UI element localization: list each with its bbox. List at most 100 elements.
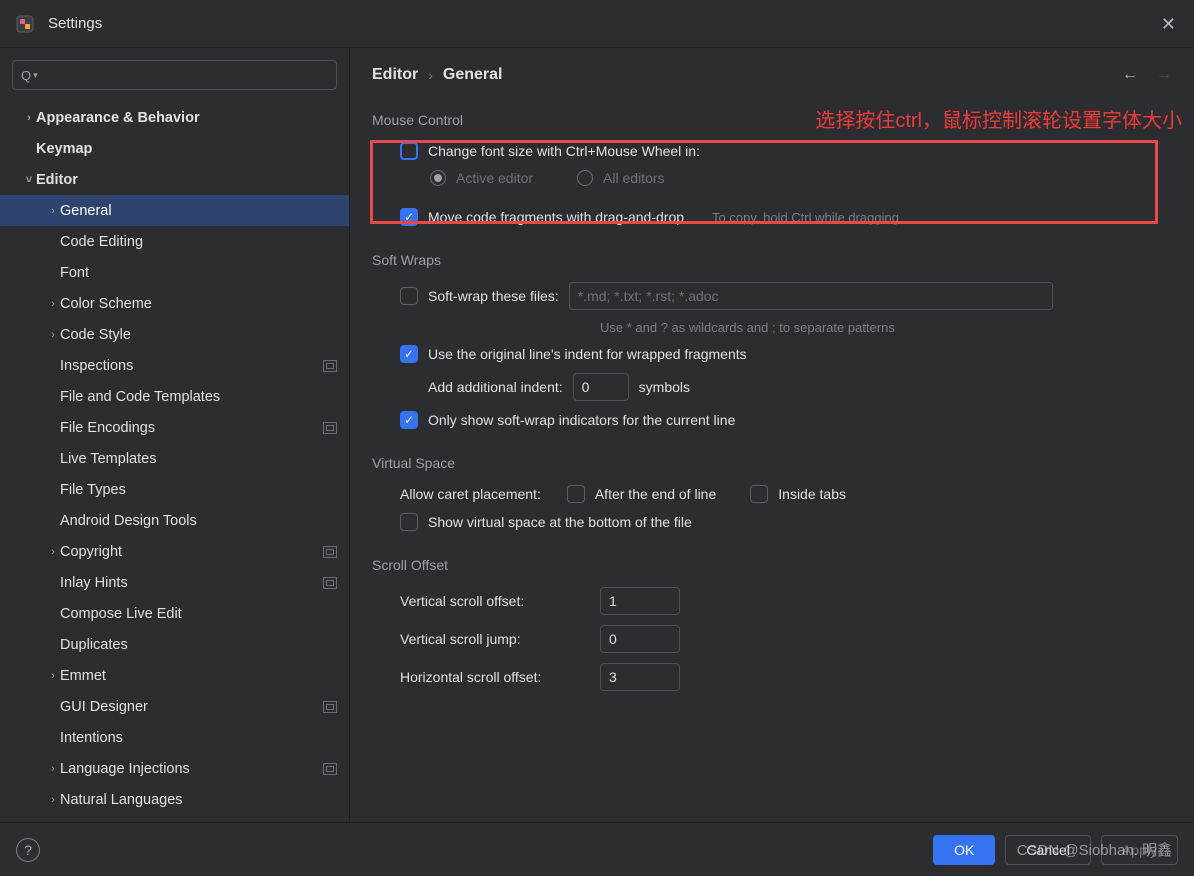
label-allow-caret: Allow caret placement:: [400, 486, 541, 502]
label-only-show-indicators: Only show soft-wrap indicators for the c…: [428, 412, 735, 428]
chevron-right-icon: ›: [46, 236, 60, 248]
titlebar: Settings ✕: [0, 0, 1194, 48]
tree-item-editor[interactable]: ˅Editor: [0, 164, 349, 195]
tree-item-general[interactable]: ›General: [0, 195, 349, 226]
tree-item-label: File Encodings: [60, 420, 323, 436]
chevron-right-icon: ›: [46, 298, 60, 310]
tree-item-code-editing[interactable]: ›Code Editing: [0, 226, 349, 257]
label-add-indent: Add additional indent:: [428, 379, 563, 395]
checkbox-soft-wrap-files[interactable]: [400, 287, 418, 305]
chevron-right-icon: ›: [46, 329, 60, 341]
tree-item-label: Inspections: [60, 358, 323, 374]
input-additional-indent[interactable]: [573, 373, 629, 401]
tree-item-gui-designer[interactable]: ›GUI Designer: [0, 691, 349, 722]
tree-item-emmet[interactable]: ›Emmet: [0, 660, 349, 691]
search-input[interactable]: Q▾: [12, 60, 337, 90]
tree-item-label: Intentions: [60, 730, 337, 746]
tree-item-file-and-code-templates[interactable]: ›File and Code Templates: [0, 381, 349, 412]
scope-badge-icon: [323, 422, 337, 434]
tree-item-android-design-tools[interactable]: ›Android Design Tools: [0, 505, 349, 536]
dialog-footer: ? OK Cancel Apply: [0, 822, 1194, 876]
input-vertical-scroll-offset[interactable]: [600, 587, 680, 615]
tree-item-inspections[interactable]: ›Inspections: [0, 350, 349, 381]
section-scroll-offset: Scroll Offset: [372, 557, 1172, 573]
tree-item-label: Code Style: [60, 327, 337, 343]
chevron-right-icon: ›: [46, 391, 60, 403]
checkbox-show-virtual-space[interactable]: [400, 513, 418, 531]
search-icon: Q: [21, 68, 31, 83]
tree-item-file-types[interactable]: ›File Types: [0, 474, 349, 505]
chevron-right-icon: ›: [46, 577, 60, 589]
tree-item-compose-live-edit[interactable]: ›Compose Live Edit: [0, 598, 349, 629]
chevron-right-icon: ›: [46, 732, 60, 744]
input-vertical-scroll-jump[interactable]: [600, 625, 680, 653]
close-icon[interactable]: ✕: [1161, 14, 1176, 35]
tree-item-language-injections[interactable]: ›Language Injections: [0, 753, 349, 784]
checkbox-after-eol[interactable]: [567, 485, 585, 503]
chevron-right-icon: ›: [22, 143, 36, 155]
chevron-right-icon: ›: [46, 267, 60, 279]
tree-item-label: Editor: [36, 172, 337, 188]
tree-item-copyright[interactable]: ›Copyright: [0, 536, 349, 567]
tree-item-font[interactable]: ›Font: [0, 257, 349, 288]
ok-button[interactable]: OK: [933, 835, 995, 865]
tree-item-label: General: [60, 203, 337, 219]
chevron-right-icon: ›: [46, 453, 60, 465]
checkbox-inside-tabs[interactable]: [750, 485, 768, 503]
app-logo-icon: [16, 15, 34, 33]
tree-item-duplicates[interactable]: ›Duplicates: [0, 629, 349, 660]
chevron-right-icon: ›: [46, 422, 60, 434]
tree-item-appearance-behavior[interactable]: ›Appearance & Behavior: [0, 102, 349, 133]
tree-item-label: Inlay Hints: [60, 575, 323, 591]
tree-item-label: Natural Languages: [60, 792, 337, 808]
chevron-right-icon: ›: [46, 763, 60, 775]
chevron-right-icon: ›: [46, 701, 60, 713]
body: Q▾ ›Appearance & Behavior›Keymap˅Editor›…: [0, 48, 1194, 822]
checkbox-only-show-indicators[interactable]: [400, 411, 418, 429]
tree-item-file-encodings[interactable]: ›File Encodings: [0, 412, 349, 443]
cancel-button[interactable]: Cancel: [1005, 835, 1091, 865]
hint-wildcards: Use * and ? as wildcards and ; to separa…: [600, 320, 895, 335]
input-soft-wrap-patterns[interactable]: [569, 282, 1053, 310]
label-show-virtual-space: Show virtual space at the bottom of the …: [428, 514, 692, 530]
tree-item-keymap[interactable]: ›Keymap: [0, 133, 349, 164]
section-virtual-space: Virtual Space: [372, 455, 1172, 471]
tree-item-label: GUI Designer: [60, 699, 323, 715]
tree-item-label: Android Design Tools: [60, 513, 337, 529]
tree-item-label: Compose Live Edit: [60, 606, 337, 622]
chevron-right-icon: ›: [22, 112, 36, 124]
tree-item-label: Language Injections: [60, 761, 323, 777]
input-horizontal-scroll-offset[interactable]: [600, 663, 680, 691]
chevron-right-icon: ›: [46, 515, 60, 527]
tree-item-natural-languages[interactable]: ›Natural Languages: [0, 784, 349, 810]
label-symbols: symbols: [639, 379, 690, 395]
tree-item-live-templates[interactable]: ›Live Templates: [0, 443, 349, 474]
tree-item-label: Appearance & Behavior: [36, 110, 337, 126]
tree-item-code-style[interactable]: ›Code Style: [0, 319, 349, 350]
tree-item-color-scheme[interactable]: ›Color Scheme: [0, 288, 349, 319]
chevron-right-icon: ›: [46, 484, 60, 496]
tree-item-label: Emmet: [60, 668, 337, 684]
scope-badge-icon: [323, 763, 337, 775]
help-icon[interactable]: ?: [16, 838, 40, 862]
label-vertical-scroll-jump: Vertical scroll jump:: [400, 631, 590, 647]
tree-item-label: Copyright: [60, 544, 323, 560]
apply-button[interactable]: Apply: [1101, 835, 1178, 865]
chevron-right-icon: ›: [46, 205, 60, 217]
scope-badge-icon: [323, 360, 337, 372]
label-horizontal-scroll-offset: Horizontal scroll offset:: [400, 669, 590, 685]
tree-item-label: File and Code Templates: [60, 389, 337, 405]
settings-tree: ›Appearance & Behavior›Keymap˅Editor›Gen…: [0, 102, 349, 810]
section-soft-wraps: Soft Wraps: [372, 252, 1172, 268]
breadcrumb-part-general: General: [443, 66, 503, 84]
breadcrumb-part-editor[interactable]: Editor: [372, 66, 418, 84]
settings-content[interactable]: 选择按住ctrl，鼠标控制滚轮设置字体大小 Mouse Control Chan…: [350, 98, 1194, 822]
tree-item-label: Keymap: [36, 141, 337, 157]
nav-back-icon[interactable]: ←: [1122, 66, 1138, 84]
checkbox-use-original-indent[interactable]: [400, 345, 418, 363]
tree-item-inlay-hints[interactable]: ›Inlay Hints: [0, 567, 349, 598]
chevron-right-icon: ›: [46, 546, 60, 558]
chevron-down-icon: ˅: [22, 174, 36, 186]
tree-item-intentions[interactable]: ›Intentions: [0, 722, 349, 753]
chevron-right-icon: ›: [46, 639, 60, 651]
